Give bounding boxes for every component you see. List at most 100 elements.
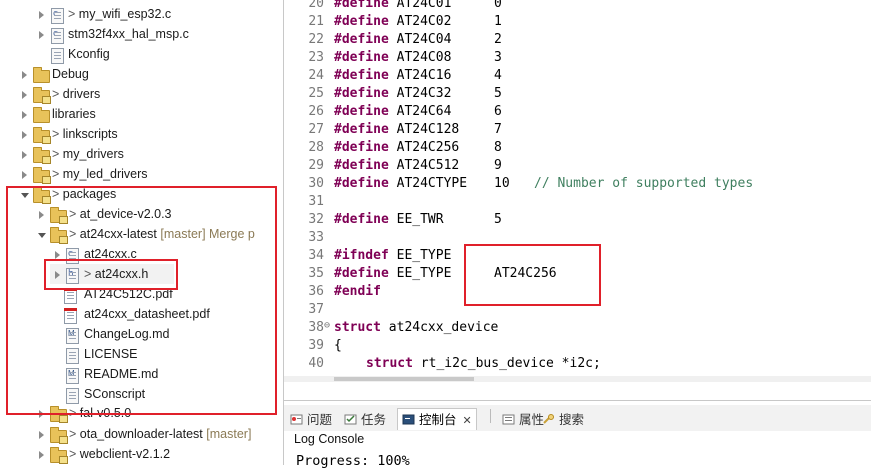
keyword: #define (334, 68, 389, 83)
tab-label: 搜索 (559, 412, 585, 427)
tree-item-webclient[interactable]: > webclient-v2.1.2 (0, 445, 283, 465)
code-line: 26 #define AT24C64 6 (284, 104, 871, 122)
panel-tab-bar: 问题 任务 控制台 ✕ 属性 搜索 (284, 405, 871, 431)
expand-arrow-icon[interactable] (22, 71, 27, 79)
tree-item-label: Kconfig (68, 47, 110, 61)
define-value: 6 (494, 104, 502, 119)
tree-prefix: > (69, 447, 80, 461)
define-value: 1 (494, 14, 502, 29)
tree-item-ota-downloader[interactable]: > ota_downloader-latest [master] (0, 425, 283, 445)
expand-arrow-icon[interactable] (39, 11, 44, 19)
tab-problems[interactable]: 问题 (290, 409, 332, 429)
keyword: #define (334, 122, 389, 137)
line-number: 34 (308, 248, 324, 263)
identifier: AT24C256 (396, 140, 460, 155)
tree-item-linkscripts[interactable]: > linkscripts (0, 125, 283, 145)
tree-item-libraries[interactable]: libraries (0, 105, 283, 125)
code-text: #define AT24C32 (334, 86, 451, 101)
code-text: #define AT24CTYPE (334, 176, 467, 191)
line-number: 26 (308, 104, 324, 119)
code-text: #define EE_TYPE (334, 266, 451, 281)
keyword: #define (334, 266, 389, 281)
scrollbar-thumb[interactable] (334, 377, 474, 381)
keyword: #define (334, 14, 389, 29)
expand-arrow-icon[interactable] (22, 131, 27, 139)
keyword: #define (334, 140, 389, 155)
tab-properties[interactable]: 属性 (502, 409, 544, 429)
expand-arrow-icon[interactable] (39, 431, 44, 439)
identifier: EE_TWR (396, 212, 444, 227)
line-number: 30 (308, 176, 324, 191)
tree-prefix: > (68, 7, 79, 21)
console-output-line: Progress: 100% (296, 453, 410, 469)
code-line: 21 #define AT24C02 1 (284, 14, 871, 32)
code-line: 32 #define EE_TWR 5 (284, 212, 871, 230)
expand-arrow-icon[interactable] (22, 91, 27, 99)
identifier: at24cxx_device (388, 320, 499, 335)
close-icon[interactable]: ✕ (463, 414, 472, 427)
line-number: 32 (308, 212, 324, 227)
tree-item-my-wifi-esp32-c[interactable]: > my_wifi_esp32.c (0, 5, 283, 25)
tree-item-debug[interactable]: Debug (0, 65, 283, 85)
line-number: 24 (308, 68, 324, 83)
code-line: 24 #define AT24C16 4 (284, 68, 871, 86)
c-file-icon (51, 28, 64, 44)
line-number: 21 (308, 14, 324, 29)
keyword: #define (334, 50, 389, 65)
tab-console[interactable]: 控制台 ✕ (397, 408, 477, 430)
fold-toggle-icon[interactable]: ⊖ (324, 320, 330, 331)
expand-arrow-icon[interactable] (22, 151, 27, 159)
bottom-panel: 问题 任务 控制台 ✕ 属性 搜索 Log Console Progress: 1… (284, 400, 871, 469)
tree-item-label: webclient-v2.1.2 (79, 447, 171, 461)
tab-search[interactable]: 搜索 (542, 409, 584, 429)
tree-item-label: libraries (52, 107, 96, 121)
tab-label: 属性 (519, 412, 545, 427)
tree-prefix: > (52, 167, 63, 181)
source-folder-icon (50, 447, 68, 464)
line-number: 39 (308, 338, 324, 353)
annotation-box-packages (6, 186, 277, 415)
tree-item-my-drivers[interactable]: > my_drivers (0, 145, 283, 165)
search-icon (542, 413, 555, 424)
tree-item-stm32f4xx-hal-msp-c[interactable]: stm32f4xx_hal_msp.c (0, 25, 283, 45)
source-folder-icon (33, 87, 51, 104)
code-editor[interactable]: 20 #define AT24C01 0 21 #define AT24C02 1 22 #d… (284, 0, 871, 382)
line-number: 38 (308, 320, 324, 335)
expand-arrow-icon[interactable] (22, 111, 27, 119)
keyword: #ifndef (334, 248, 389, 263)
expand-arrow-icon[interactable] (22, 171, 27, 179)
line-number: 23 (308, 50, 324, 65)
identifier: { (334, 338, 342, 353)
code-line: 20 #define AT24C01 0 (284, 0, 871, 14)
keyword: #define (334, 86, 389, 101)
code-text: #define AT24C02 (334, 14, 451, 29)
source-folder-icon (50, 427, 68, 444)
tree-item-drivers[interactable]: > drivers (0, 85, 283, 105)
define-value: 4 (494, 68, 502, 83)
identifier: AT24CTYPE (396, 176, 468, 191)
identifier: AT24C64 (396, 104, 452, 119)
source-folder-icon (33, 167, 51, 184)
code-line: 22 #define AT24C04 2 (284, 32, 871, 50)
editor-horizontal-scrollbar[interactable] (284, 376, 871, 382)
keyword: #endif (334, 284, 381, 299)
code-line: 30 #define AT24CTYPE 10 // Number of suppor… (284, 176, 871, 194)
tree-item-label: my_led_drivers (62, 167, 148, 181)
code-text: #define AT24C04 (334, 32, 451, 47)
identifier: AT24C128 (396, 122, 460, 137)
tree-item-kconfig[interactable]: Kconfig (0, 45, 283, 65)
expand-arrow-icon[interactable] (39, 31, 44, 39)
identifier: AT24C04 (396, 32, 452, 47)
line-number: 33 (308, 230, 324, 245)
tab-label: 问题 (307, 412, 333, 427)
code-line: 40 struct rt_i2c_bus_device *i2c; (284, 356, 871, 374)
tree-item-label: ota_downloader-latest (79, 427, 203, 441)
keyword: #define (334, 32, 389, 47)
tab-tasks[interactable]: 任务 (344, 409, 386, 429)
identifier: AT24C01 (396, 0, 452, 11)
tree-item-my-led-drivers[interactable]: > my_led_drivers (0, 165, 283, 185)
code-text: { (334, 338, 342, 353)
define-value: 7 (494, 122, 502, 137)
expand-arrow-icon[interactable] (39, 451, 44, 459)
git-branch-label: [master] (206, 427, 252, 441)
